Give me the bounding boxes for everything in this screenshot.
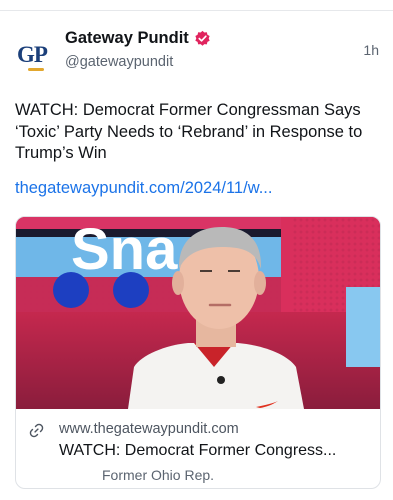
- card-image-text: Sna: [71, 217, 178, 282]
- verified-badge-icon: [195, 30, 210, 46]
- avatar-swoosh: [28, 68, 44, 71]
- avatar-initials: GP: [17, 41, 48, 67]
- link-icon: [29, 423, 44, 438]
- card-image: Sna: [16, 217, 380, 409]
- card-domain: www.thegatewaypundit.com: [59, 421, 239, 437]
- link-preview-card[interactable]: Sna www.thegatewaypundit.com WATCH: Demo…: [15, 216, 381, 489]
- author-name[interactable]: Gateway Pundit: [65, 29, 189, 48]
- card-description: Former Ohio Rep.: [102, 467, 215, 483]
- post[interactable]: GP Gateway Pundit @gatewaypundit 1h WATC…: [0, 11, 393, 500]
- card-meta: www.thegatewaypundit.com WATCH: Democrat…: [16, 409, 380, 488]
- card-title: WATCH: Democrat Former Congress...: [59, 442, 337, 459]
- post-time: 1h: [363, 42, 379, 58]
- author-handle[interactable]: @gatewaypundit: [65, 54, 173, 70]
- author-row: Gateway Pundit: [65, 29, 211, 48]
- post-text: WATCH: Democrat Former Congressman Says …: [15, 101, 363, 162]
- top-divider: [0, 0, 393, 11]
- avatar[interactable]: GP: [14, 36, 50, 72]
- post-link[interactable]: thegatewaypundit.com/2024/11/w...: [15, 179, 272, 198]
